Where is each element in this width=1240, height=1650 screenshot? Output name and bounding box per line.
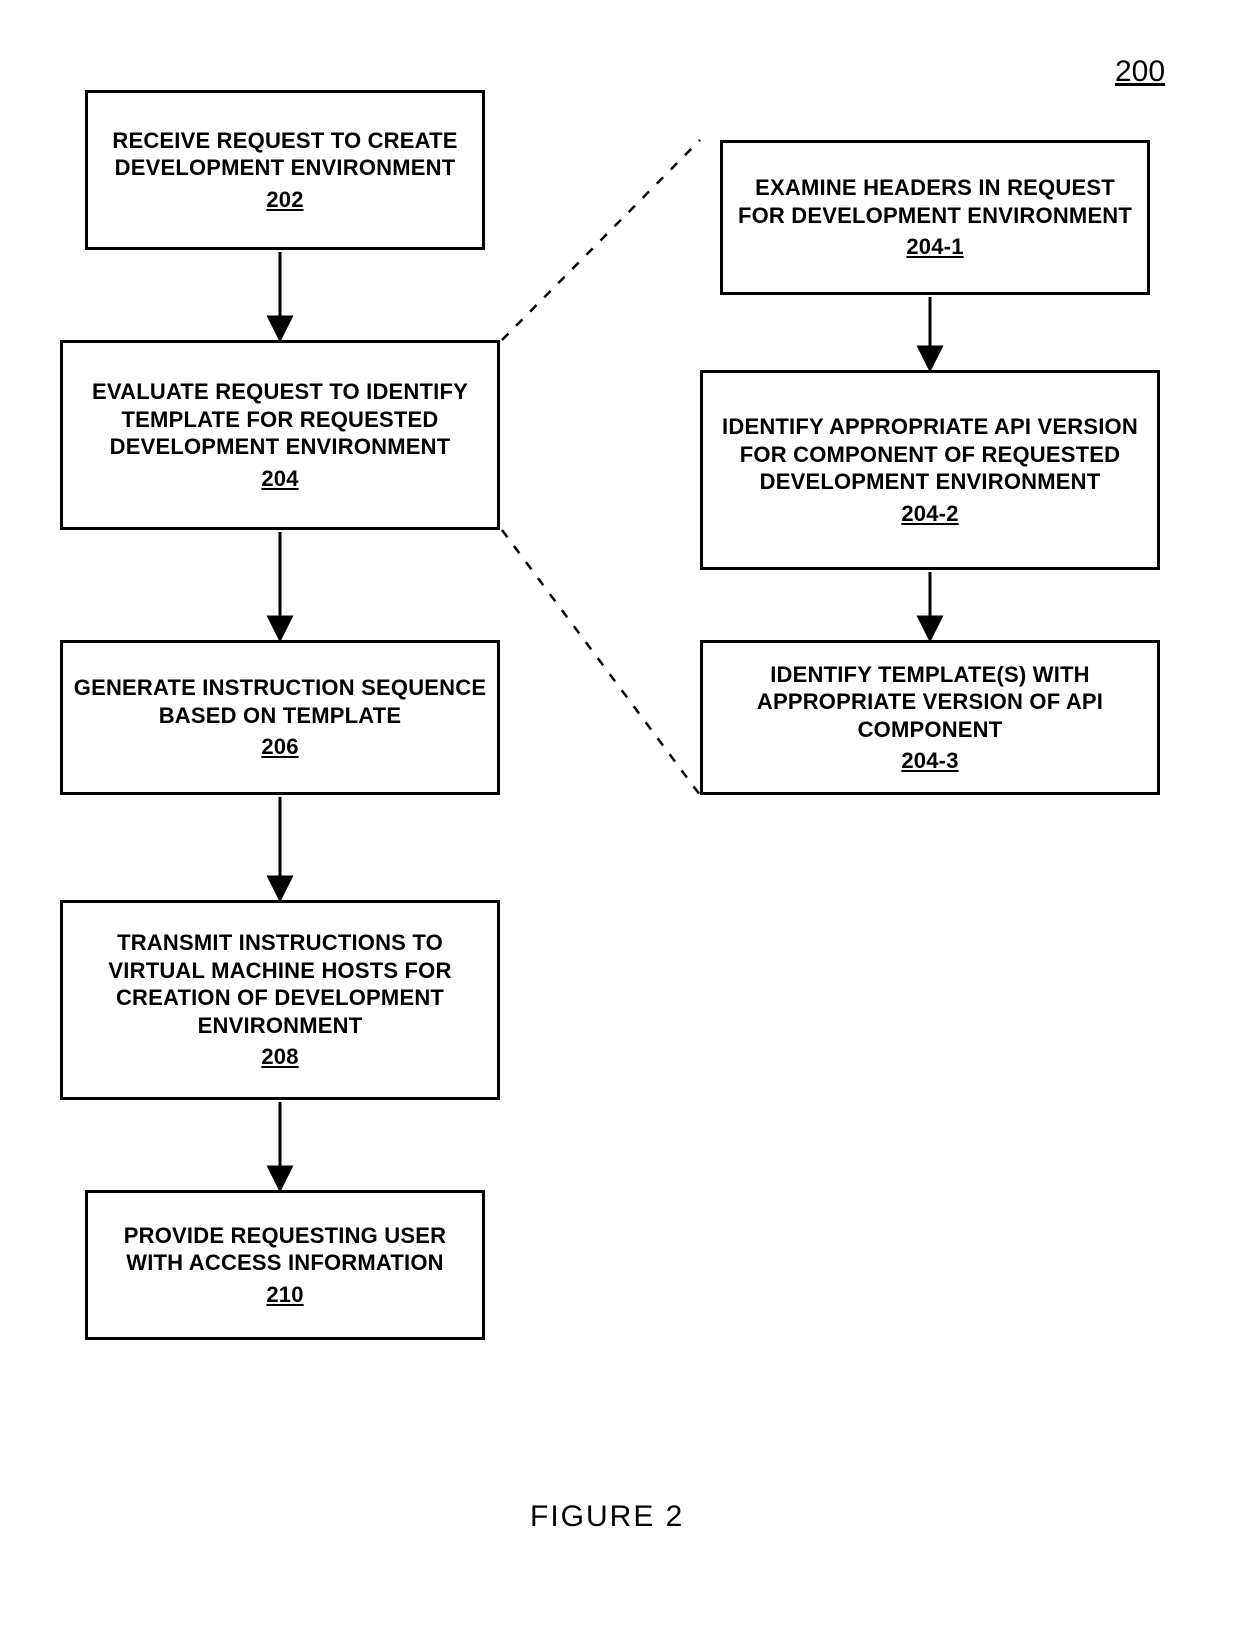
step-204-1: EXAMINE HEADERS IN REQUEST FOR DEVELOPME… [720,140,1150,295]
step-204-2-text: IDENTIFY APPROPRIATE API VERSION FOR COM… [713,413,1147,496]
step-204-ref: 204 [261,465,298,493]
step-204: EVALUATE REQUEST TO IDENTIFY TEMPLATE FO… [60,340,500,530]
step-210: PROVIDE REQUESTING USER WITH ACCESS INFO… [85,1190,485,1340]
step-202: RECEIVE REQUEST TO CREATE DEVELOPMENT EN… [85,90,485,250]
step-208: TRANSMIT INSTRUCTIONS TO VIRTUAL MACHINE… [60,900,500,1100]
step-204-text: EVALUATE REQUEST TO IDENTIFY TEMPLATE FO… [73,378,487,461]
step-206: GENERATE INSTRUCTION SEQUENCE BASED ON T… [60,640,500,795]
step-206-text: GENERATE INSTRUCTION SEQUENCE BASED ON T… [73,674,487,729]
step-204-2: IDENTIFY APPROPRIATE API VERSION FOR COM… [700,370,1160,570]
callout-bottom [502,530,700,795]
figure-ref-number: 200 [1115,55,1165,89]
step-204-3: IDENTIFY TEMPLATE(S) WITH APPROPRIATE VE… [700,640,1160,795]
step-202-text: RECEIVE REQUEST TO CREATE DEVELOPMENT EN… [98,127,472,182]
step-204-1-text: EXAMINE HEADERS IN REQUEST FOR DEVELOPME… [733,174,1137,229]
step-204-3-text: IDENTIFY TEMPLATE(S) WITH APPROPRIATE VE… [713,661,1147,744]
step-206-ref: 206 [261,733,298,761]
step-204-3-ref: 204-3 [901,747,958,775]
step-208-text: TRANSMIT INSTRUCTIONS TO VIRTUAL MACHINE… [73,929,487,1039]
diagram-canvas: 200 RECEIVE REQUEST TO CREATE DEVELOPMEN… [0,0,1240,1650]
step-210-ref: 210 [266,1281,303,1309]
step-210-text: PROVIDE REQUESTING USER WITH ACCESS INFO… [98,1222,472,1277]
step-202-ref: 202 [266,186,303,214]
step-208-ref: 208 [261,1043,298,1071]
callout-top [502,140,700,340]
step-204-2-ref: 204-2 [901,500,958,528]
step-204-1-ref: 204-1 [906,233,963,261]
figure-label: FIGURE 2 [530,1500,684,1534]
